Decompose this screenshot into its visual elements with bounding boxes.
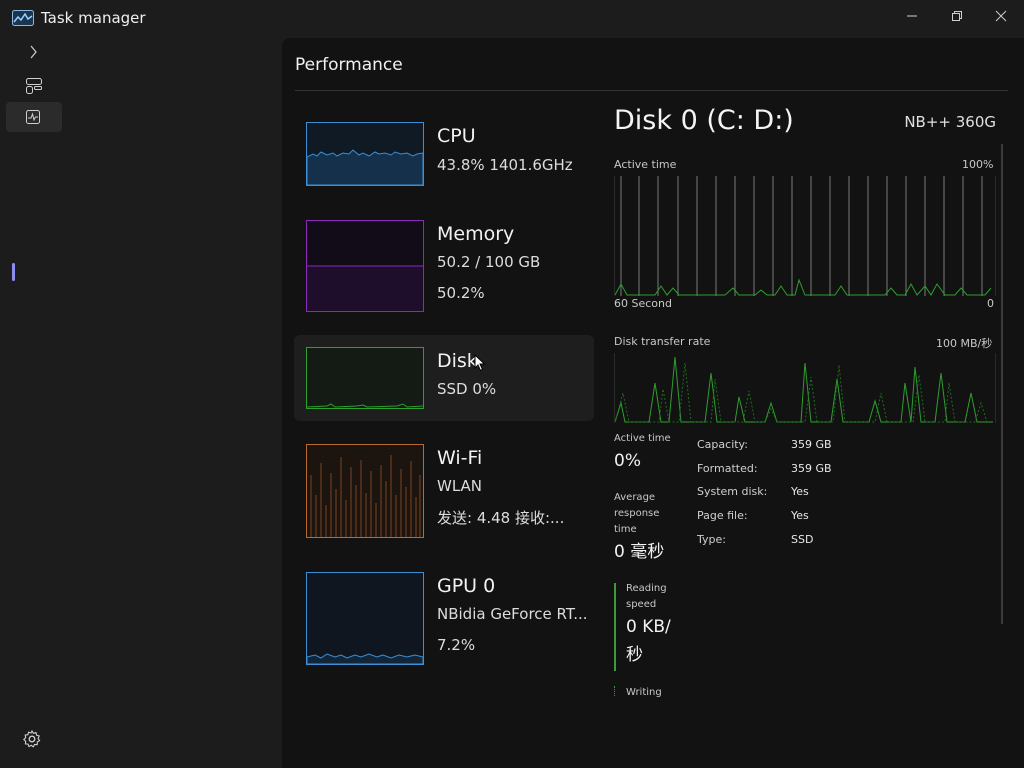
expand-nav-button[interactable] [6, 37, 62, 67]
mouse-cursor-icon [474, 353, 486, 376]
system-disk-value: Yes [791, 485, 809, 498]
active-time-stat-value: 0% [614, 451, 641, 471]
active-time-graph [614, 176, 996, 296]
avg-response-value: 0 毫秒 [614, 542, 665, 562]
device-info-line-1: 50.2 / 100 GB [437, 253, 541, 271]
device-info-line-2: 50.2% [437, 284, 485, 302]
processes-icon [26, 78, 42, 94]
minimize-icon [907, 15, 917, 17]
nav-selection-indicator [12, 263, 15, 281]
device-info-line-1: 43.8% 1401.6GHz [437, 156, 573, 174]
close-button[interactable] [981, 4, 1021, 28]
active-time-label: Active time [614, 158, 677, 171]
task-manager-chart-icon [12, 10, 34, 26]
wifi-thumbnail-graph [306, 444, 424, 538]
transfer-rate-graph [614, 353, 996, 423]
device-info-line-1: WLAN [437, 477, 483, 495]
settings-button[interactable] [22, 729, 42, 753]
avg-response-label-1: Average [614, 492, 656, 503]
disk-sparkline [307, 403, 423, 408]
restore-icon [952, 11, 962, 21]
formatted-value: 359 GB [791, 462, 832, 475]
gear-icon [23, 729, 41, 748]
read-speed-value-2: 秒 [626, 645, 643, 665]
device-info-line-1: SSD 0% [437, 380, 497, 398]
memory-thumbnail-graph [306, 220, 424, 312]
nav-processes-button[interactable] [6, 70, 62, 100]
minimize-button[interactable] [892, 4, 932, 28]
type-value: SSD [791, 533, 814, 546]
active-time-max-label: 100% [962, 158, 994, 171]
device-name: Memory [437, 223, 515, 245]
nav-performance-button[interactable] [6, 102, 62, 132]
disk-model: NB++ 360G [904, 113, 996, 131]
capacity-label: Capacity: [697, 438, 748, 451]
read-speed-label-2: speed [626, 599, 657, 610]
capacity-value: 359 GB [791, 438, 832, 451]
device-info-line-1: NBidia GeForce RT... [437, 605, 588, 623]
device-name: CPU [437, 125, 476, 147]
type-label: Type: [697, 533, 726, 546]
device-name: Wi-Fi [437, 447, 483, 469]
detail-scrollbar[interactable] [1001, 144, 1003, 624]
performance-icon [26, 110, 40, 124]
system-disk-label: System disk: [697, 485, 768, 498]
device-card-wifi[interactable]: Wi-Fi WLAN 发送: 4.48 接收:... [294, 436, 594, 546]
page-file-value: Yes [791, 509, 809, 522]
cpu-sparkline [307, 149, 423, 185]
device-name: Disk [437, 350, 478, 372]
close-icon [995, 10, 1007, 22]
active-time-min-label: 0 [987, 297, 994, 310]
restore-button[interactable] [937, 4, 977, 28]
device-info-line-2: 发送: 4.48 接收:... [437, 509, 565, 527]
transfer-rate-plot [614, 356, 993, 423]
cpu-thumbnail-graph [306, 122, 424, 186]
active-time-plot [614, 176, 992, 296]
transfer-rate-max-label: 100 MB/秒 [936, 337, 993, 350]
device-info-line-2: 7.2% [437, 636, 476, 654]
formatted-label: Formatted: [697, 462, 758, 475]
read-speed-value-1: 0 KB/ [626, 617, 671, 637]
chevron-right-icon [30, 45, 37, 59]
active-time-stat-label: Active time [614, 433, 671, 444]
write-speed-indicator [614, 686, 615, 696]
device-card-disk[interactable]: Disk SSD 0% [294, 335, 594, 421]
header-divider [295, 90, 1008, 91]
device-name: GPU 0 [437, 575, 496, 597]
device-card-memory[interactable]: Memory 50.2 / 100 GB 50.2% [294, 212, 594, 312]
avg-response-label-2: response [614, 508, 660, 519]
wifi-sparkline [310, 455, 421, 537]
transfer-rate-label: Disk transfer rate [614, 335, 711, 348]
read-speed-indicator [614, 583, 616, 671]
gpu-thumbnail-graph [306, 572, 424, 665]
title-bar: Task manager [0, 0, 1024, 36]
memory-fill [307, 265, 423, 311]
gpu-sparkline [307, 653, 423, 664]
page-title: Performance [295, 55, 403, 75]
detail-title: Disk 0 (C: D:) [614, 105, 794, 136]
active-time-x-label: 60 Second [614, 297, 672, 310]
main-panel: Performance CPU 43.8% 1401.6GHz Memory 5… [282, 38, 1024, 768]
write-speed-label: Writing [626, 687, 662, 698]
avg-response-label-3: time [614, 524, 637, 535]
device-card-cpu[interactable]: CPU 43.8% 1401.6GHz [294, 114, 594, 194]
disk-thumbnail-graph [306, 347, 424, 409]
page-file-label: Page file: [697, 509, 748, 522]
device-card-gpu[interactable]: GPU 0 NBidia GeForce RT... 7.2% [294, 564, 594, 668]
app-title: Task manager [41, 9, 146, 27]
read-speed-label-1: Reading [626, 583, 667, 594]
